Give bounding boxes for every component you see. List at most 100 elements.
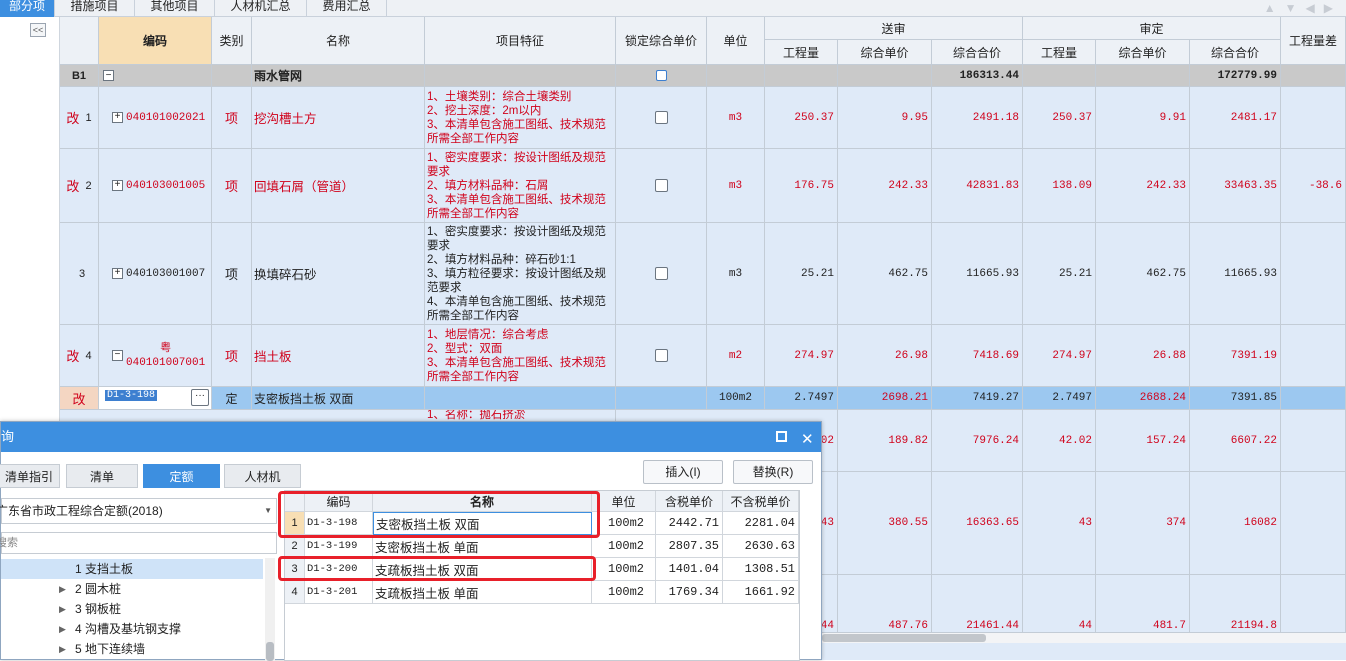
col-price-tax[interactable]: 含税单价: [656, 491, 723, 512]
dialog-tab-labor-material[interactable]: 人材机: [224, 464, 301, 488]
row-submit-price: 487.76: [838, 575, 932, 633]
feature-line: 1、土壤类别：综合土壤类别: [427, 90, 572, 103]
header-approve-total[interactable]: 综合合价: [1190, 40, 1281, 65]
table-row[interactable]: 改 1 +040101002021 项挖沟槽土方 1、土壤类别：综合土壤类别 2、挖土深度…: [60, 87, 1346, 149]
quota-query-dialog: 询 ✕ 清单指引 清单 定额 人材机 插入(I) 替换(R) 广东省市政工程综合…: [0, 421, 822, 661]
horizontal-scrollbar[interactable]: [822, 633, 1346, 643]
code-cell[interactable]: − 粤 040101007001: [99, 325, 212, 387]
header-features[interactable]: 项目特征: [425, 17, 616, 65]
highlight-box-row-3: [278, 556, 596, 581]
quota-code-editor[interactable]: D1-3-198 ···: [99, 387, 212, 410]
quota-table-row[interactable]: 4 D1-3-201 支疏板挡土板 单面 100m2 1769.34 1661.92: [285, 581, 799, 604]
row-diff: [1281, 472, 1346, 575]
tab-cost-summary[interactable]: 费用汇总: [307, 0, 387, 17]
quota-code-input[interactable]: D1-3-198: [105, 390, 158, 401]
header-approve-qty[interactable]: 工程量: [1023, 40, 1096, 65]
dialog-titlebar[interactable]: 询 ✕: [1, 422, 821, 452]
header-submit-total[interactable]: 综合合价: [932, 40, 1023, 65]
code-cell[interactable]: +040101002021: [99, 87, 212, 149]
chevron-down-icon: ▼: [264, 506, 272, 515]
row-name: 挖沟槽土方: [252, 87, 425, 149]
row-approve-qty: 42.02: [1023, 410, 1096, 472]
tab-measures[interactable]: 措施项目: [55, 0, 135, 17]
row-number: 3: [60, 223, 99, 325]
scroll-thumb[interactable]: [266, 642, 274, 661]
expand-plus-icon[interactable]: +: [112, 112, 123, 123]
table-row[interactable]: 3 +040103001007 项换填碎石砂 1、密实度要求：按设计图纸及规范 要求 2、…: [60, 223, 1346, 325]
row-submit-qty: 176.75: [765, 149, 838, 223]
summary-row[interactable]: B1 − 雨水管网 186313.44 172779.99: [60, 65, 1346, 87]
tree-item-diaphragm-wall[interactable]: ▶ 5 地下连续墙: [1, 639, 263, 659]
tree-item-shoring[interactable]: 1 支挡土板: [1, 559, 263, 579]
insert-button[interactable]: 插入(I): [643, 460, 723, 484]
tab-items[interactable]: 部分项: [0, 0, 55, 17]
feature-line: 2、型式：双面: [427, 342, 503, 355]
row-no: 2: [285, 535, 305, 558]
code-cell[interactable]: +040103001005: [99, 149, 212, 223]
chevron-right-icon[interactable]: ▶: [59, 639, 66, 659]
row-submit-total: 7976.24: [932, 410, 1023, 472]
lock-price-checkbox[interactable]: [654, 111, 668, 124]
tree-item-steel-support[interactable]: ▶ 4 沟槽及基坑钢支撑: [1, 619, 263, 639]
maximize-icon[interactable]: [776, 431, 787, 442]
summary-lock-cell: [616, 65, 707, 87]
table-row[interactable]: 改 4 − 粤 040101007001 项挡土板 1、地层情况：综合考虑 2、型式：双面 3、…: [60, 325, 1346, 387]
button-label: 替换(R): [752, 465, 794, 479]
search-input[interactable]: 搜索: [0, 532, 277, 554]
chevron-right-icon[interactable]: ▶: [59, 619, 66, 639]
header-corner: [60, 17, 99, 65]
table-row[interactable]: 改 2 +040103001005 项回填石屑（管道） 1、密实度要求：按设计图纸及规范…: [60, 149, 1346, 223]
close-icon[interactable]: ✕: [801, 425, 814, 455]
scroll-thumb[interactable]: [822, 634, 986, 642]
header-code[interactable]: 编码: [99, 17, 212, 65]
expand-plus-icon[interactable]: +: [112, 268, 123, 279]
tab-other-items[interactable]: 其他项目: [135, 0, 215, 17]
collapse-minus-icon[interactable]: −: [103, 70, 114, 81]
expand-minus-icon[interactable]: −: [112, 350, 123, 361]
more-options-button[interactable]: ···: [191, 389, 209, 406]
replace-button[interactable]: 替换(R): [733, 460, 813, 484]
quota-library-select[interactable]: 广东省市政工程综合定额(2018) ▼: [0, 498, 277, 524]
nav-arrows-icon[interactable]: ▲▼◀▶: [1264, 1, 1342, 15]
header-qty-diff[interactable]: 工程量差: [1281, 17, 1346, 65]
header-submit-qty[interactable]: 工程量: [765, 40, 838, 65]
tab-label: 人材机: [244, 470, 281, 484]
dialog-tab-bill[interactable]: 清单: [66, 464, 138, 488]
header-category[interactable]: 类别: [212, 17, 252, 65]
tree-item-sheet-pile[interactable]: ▶ 3 钢板桩: [1, 599, 263, 619]
header-submit-price[interactable]: 综合单价: [838, 40, 932, 65]
lock-price-checkbox[interactable]: [654, 349, 668, 362]
col-price-notax[interactable]: 不含税单价: [723, 491, 799, 512]
chevron-right-icon[interactable]: ▶: [59, 599, 66, 619]
tree-item-timber-pile[interactable]: ▶ 2 圆木桩: [1, 579, 263, 599]
row-diff: [1281, 325, 1346, 387]
lock-price-checkbox[interactable]: [654, 267, 668, 280]
quota-unit: 100m2: [592, 535, 656, 558]
header-approve-price[interactable]: 综合单价: [1096, 40, 1190, 65]
chevron-right-icon[interactable]: ▶: [59, 579, 66, 599]
lock-price-checkbox[interactable]: [654, 179, 668, 192]
row-no: 1: [85, 111, 92, 124]
header-label: 单位: [611, 494, 636, 509]
row-lock: [616, 149, 707, 223]
expand-plus-icon[interactable]: +: [112, 180, 123, 191]
quota-table-row[interactable]: 2 D1-3-199 支密板挡土板 单面 100m2 2807.35 2630.63: [285, 535, 799, 558]
dialog-tab-quota[interactable]: 定额: [143, 464, 220, 488]
header-label: 综合合价: [1210, 45, 1259, 60]
selected-quota-row[interactable]: 改 D1-3-198 ··· 定 支密板挡土板 双面 100m2 2.7497 …: [60, 387, 1346, 410]
quota-price-notax: 1661.92: [723, 581, 799, 604]
tree-scrollbar[interactable]: [265, 558, 275, 661]
collapse-icon[interactable]: <<: [30, 23, 46, 37]
header-unit[interactable]: 单位: [707, 17, 765, 65]
dialog-tab-bill-guide[interactable]: 清单指引: [0, 464, 60, 488]
header-name[interactable]: 名称: [252, 17, 425, 65]
code-cell[interactable]: +040103001007: [99, 223, 212, 325]
row-category: 定: [212, 387, 252, 410]
row-approve-qty: 138.09: [1023, 149, 1096, 223]
tab-labor-material-summary[interactable]: 人材机汇总: [215, 0, 307, 17]
feature-line: 2、填方材料品种：碎石砂1:1: [427, 253, 576, 266]
col-unit[interactable]: 单位: [592, 491, 656, 512]
lock-price-checkbox[interactable]: [655, 70, 667, 81]
header-lock-price[interactable]: 锁定综合单价: [616, 17, 707, 65]
header-label: 综合单价: [1118, 45, 1167, 60]
